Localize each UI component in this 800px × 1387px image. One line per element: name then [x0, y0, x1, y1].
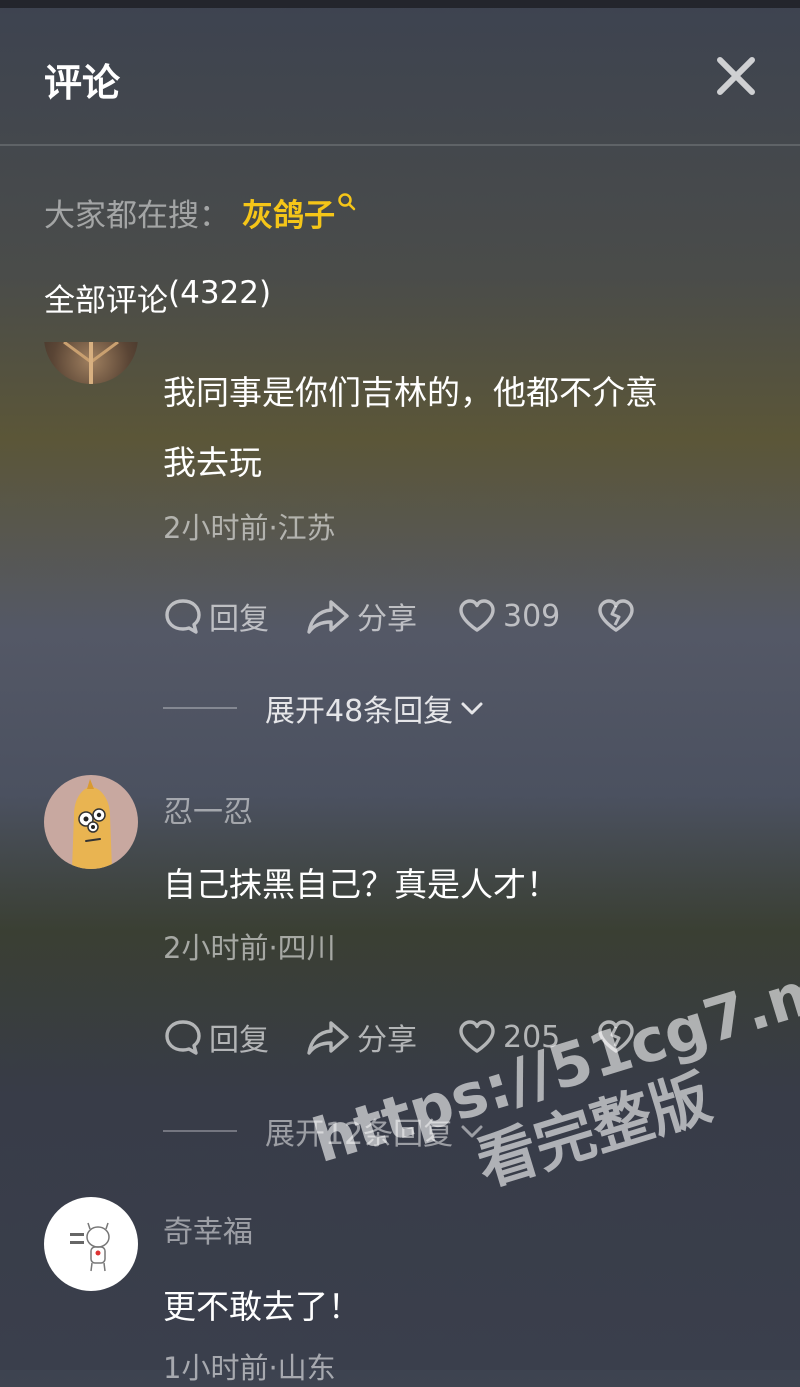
dislike-button[interactable] — [596, 596, 636, 636]
trending-search-label: 大家都在搜： — [44, 198, 230, 234]
comment-text: 更不敢去了！ — [163, 1287, 361, 1326]
reply-button[interactable]: 回复 — [163, 594, 269, 638]
comment-bubble-icon — [165, 1020, 201, 1055]
close-button[interactable] — [712, 52, 760, 100]
share-label: 分享 — [357, 602, 417, 637]
share-arrow-icon — [307, 1021, 349, 1055]
search-icon — [338, 193, 356, 211]
avatar-image — [70, 1222, 110, 1272]
reply-label: 回复 — [209, 1023, 269, 1058]
page-title: 评论 — [44, 61, 121, 105]
comment-meta: 2小时前·四川 — [163, 931, 336, 965]
reply-button[interactable]: 回复 — [163, 1015, 269, 1059]
heart-icon — [459, 1020, 495, 1053]
expand-replies-button[interactable]: 展开48条回复 — [163, 688, 485, 729]
comments-header-count: (4322) — [168, 275, 272, 311]
share-button[interactable]: 分享 — [305, 1015, 417, 1059]
header-divider — [0, 144, 800, 146]
expand-divider-line — [163, 707, 237, 709]
like-count: 309 — [503, 598, 561, 634]
broken-heart-icon — [598, 599, 634, 632]
expand-replies-label: 展开48条回复 — [265, 694, 454, 729]
comment-username[interactable]: 忍一忍 — [163, 787, 253, 831]
comment-text-line: 我去玩 — [163, 443, 262, 482]
comment-meta: 2小时前·江苏 — [163, 511, 336, 545]
share-label: 分享 — [357, 1023, 417, 1058]
reply-label: 回复 — [209, 602, 269, 637]
comment-actions: 回复 分享 309 — [163, 594, 636, 638]
expand-divider-line — [163, 1130, 237, 1132]
comment-text: 自己抹黑自己？真是人才！ — [163, 865, 559, 904]
trending-search-term[interactable]: 灰鸽子 — [242, 190, 335, 235]
share-button[interactable]: 分享 — [305, 594, 417, 638]
comment-text-line: 我同事是你们吉林的，他都不介意 — [163, 373, 658, 412]
watermark: https://51cg7.me 看完整版 — [305, 941, 800, 1243]
comment-meta: 1小时前·山东 — [163, 1351, 336, 1385]
avatar[interactable] — [44, 775, 138, 869]
comments-header-label: 全部评论 — [44, 283, 168, 319]
avatar[interactable] — [44, 1197, 138, 1291]
share-arrow-icon — [307, 600, 349, 634]
chevron-down-icon — [461, 702, 483, 715]
status-bar — [0, 0, 800, 8]
close-icon — [717, 57, 755, 95]
comment-text: 我同事是你们吉林的，他都不介意 我去玩 — [163, 358, 743, 498]
comment-username[interactable]: 奇幸福 — [163, 1207, 253, 1251]
comment-bubble-icon — [165, 599, 201, 634]
avatar-image — [72, 779, 112, 869]
trending-search: 大家都在搜： 灰鸽子 — [44, 190, 357, 235]
heart-icon — [459, 599, 495, 632]
comments-count-header: 全部评论 (4322) — [44, 275, 271, 320]
like-button[interactable]: 309 — [457, 596, 560, 636]
